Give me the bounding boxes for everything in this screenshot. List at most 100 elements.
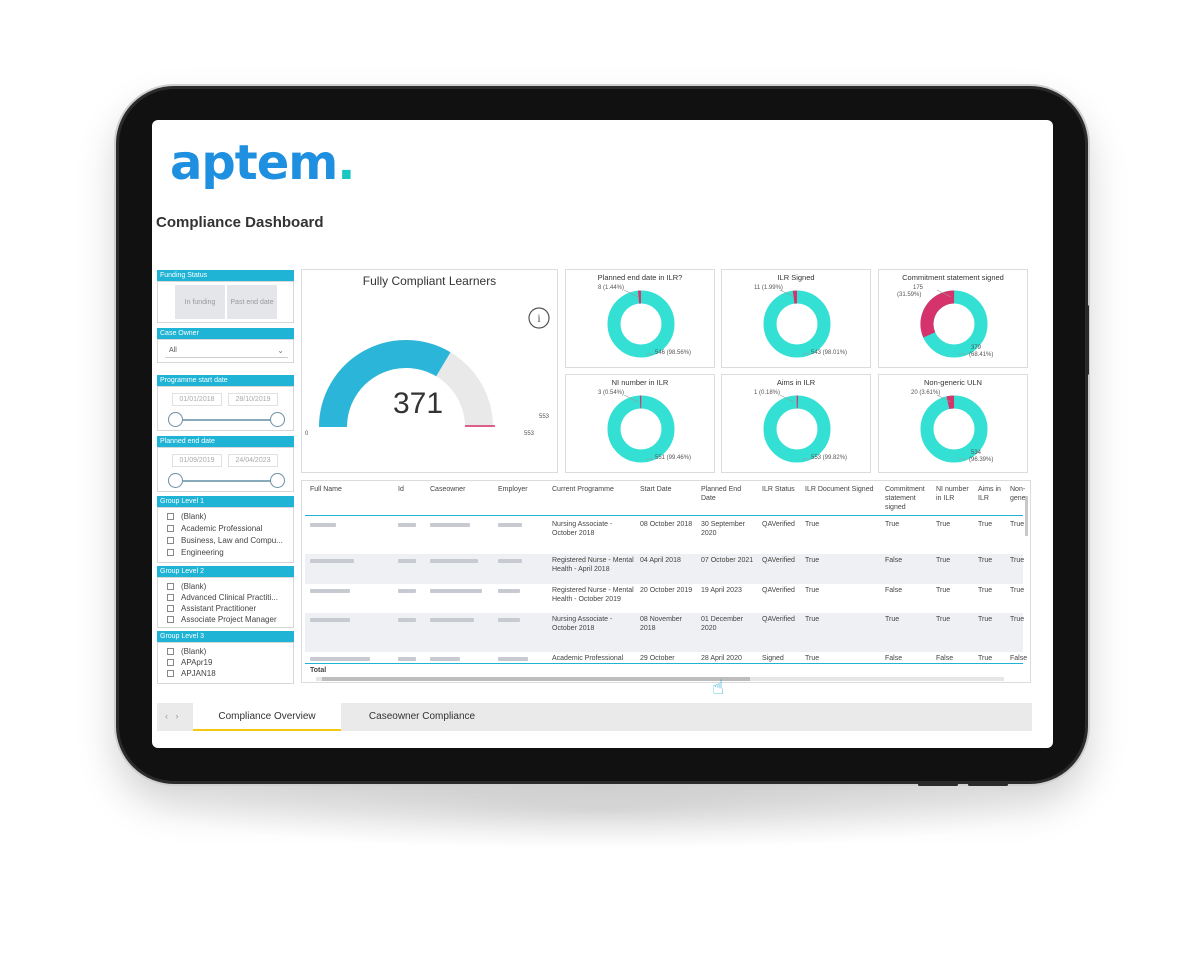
redacted-text [430,657,460,661]
group-1-item[interactable]: Academic Professional [167,524,262,533]
slicer-case-owner: All ⌄ [157,339,294,363]
table-cell-ilr-status: QAVerified [762,557,795,564]
tab-compliance-overview[interactable]: Compliance Overview [193,703,341,731]
donut-major-slice[interactable] [920,395,988,463]
checkbox[interactable] [167,648,174,655]
table-cell-programme: Academic Professional [552,655,624,662]
column-header[interactable]: Id [398,485,404,494]
redacted-text [398,657,416,661]
total-label: Total [310,667,327,674]
column-header[interactable]: Full Name [310,485,342,494]
donut-minor-label: 11 (1.99%) [754,285,783,291]
case-owner-selected: All [169,347,177,354]
checkbox[interactable] [167,605,174,612]
table-row[interactable]: Registered Nurse - Mental Health - Octob… [305,584,1024,613]
funding-tile-past-end-date[interactable]: Past end date [227,285,277,319]
table-row[interactable]: Nursing Associate - October 2018 08 Novem… [305,613,1024,652]
column-header[interactable]: Start Date [640,485,672,494]
chevron-right-icon[interactable]: › [176,711,179,721]
planned-end-slider-track[interactable] [175,480,278,482]
checkbox[interactable] [167,616,174,623]
case-owner-dropdown[interactable]: All ⌄ [165,344,288,358]
checkbox[interactable] [167,537,174,544]
column-header[interactable]: ILR Document Signed [805,485,873,494]
donut-chart [763,394,831,463]
table-row[interactable]: Academic Professional 29 October 28 April … [305,652,1027,663]
checkbox[interactable] [167,525,174,532]
gauge-card: Fully Compliant Learners i 371 0 553 553 [301,269,558,473]
programme-start-to[interactable]: 28/10/2019 [228,393,278,406]
donut-major-slice[interactable] [763,395,831,463]
column-header[interactable]: Aims in ILR [978,485,1006,503]
donut-major-slice[interactable] [607,290,675,358]
donut-major-slice[interactable] [763,290,831,358]
column-header[interactable]: Planned End Date [701,485,751,503]
group-2-item[interactable]: Advanced Clinical Practiti... [167,593,278,602]
table-cell-aims: True [978,655,993,662]
group-2-item[interactable]: Assistant Practitioner [167,604,256,613]
table-cell-ilr-doc: True [805,587,820,594]
table-cell-commitment: False [885,655,903,662]
planned-end-slider-left[interactable] [168,473,183,488]
slicer-group-3: (Blank) APApr19 APJAN18 [157,642,294,684]
table-cell-uln: True [1010,616,1025,623]
group-3-item[interactable]: (Blank) [167,647,206,656]
group-2-item[interactable]: (Blank) [167,582,206,591]
vertical-scrollbar[interactable] [1025,496,1028,536]
group-2-item[interactable]: Associate Project Manager [167,615,277,624]
planned-end-from[interactable]: 01/09/2019 [172,454,222,467]
programme-start-slider-right[interactable] [270,412,285,427]
group-1-item-label: Academic Professional [181,524,263,533]
table-cell-commitment: True [885,521,900,528]
table-cell-end: 28 April 2020 [701,655,742,662]
programme-start-from[interactable]: 01/01/2018 [172,393,222,406]
slicer-group-2-header: Group Level 2 [157,566,294,577]
checkbox[interactable] [167,659,174,666]
funding-tile-in-funding[interactable]: In funding [175,285,225,319]
group-3-item[interactable]: APJAN18 [167,669,216,678]
planned-end-slider-right[interactable] [270,473,285,488]
donut-major-slice[interactable] [607,395,675,463]
donut-card: Aims in ILR 1 (0.18%) 553 (99.82%) [721,374,871,473]
gauge-svg: i [319,307,550,428]
logo-dot: . [337,135,355,191]
table-cell-end: 30 September 2020 [701,521,745,537]
group-1-item[interactable]: (Blank) [167,512,206,521]
checkbox[interactable] [167,583,174,590]
redacted-text [310,523,336,527]
programme-start-slider-left[interactable] [168,412,183,427]
horizontal-scrollbar[interactable] [316,677,1004,681]
column-header[interactable]: Current Programme [552,485,614,494]
table-cell-ilr-status: QAVerified [762,587,795,594]
donut-major-label: 551 (99.46%) [655,455,692,461]
tab-caseowner-compliance[interactable]: Caseowner Compliance [347,703,497,731]
chevron-left-icon[interactable]: ‹ [165,711,168,721]
column-header[interactable]: Employer [498,485,528,494]
column-header[interactable]: ILR Status [762,485,795,494]
checkbox[interactable] [167,670,174,677]
tablet-top-button [918,783,958,786]
checkbox[interactable] [167,594,174,601]
checkbox[interactable] [167,513,174,520]
donut-minor-label: (31.59%) [897,292,922,298]
column-header[interactable]: NI number in ILR [936,485,976,503]
donut-minor-label: 8 (1.44%) [598,285,625,291]
donut-card: Non-generic ULN 20 (3.61%) 534 (96.39%) [878,374,1028,473]
donut-major-label: (96.39%) [969,457,994,463]
slicer-programme-start-header: Programme start date [157,375,294,386]
column-header[interactable]: Caseowner [430,485,465,494]
scrollbar-thumb[interactable] [322,677,750,681]
table-cell-ni: True [936,587,951,594]
checkbox[interactable] [167,549,174,556]
table-cell-start: 08 November 2018 [640,616,683,632]
group-1-item[interactable]: Business, Law and Compu... [167,536,283,545]
group-1-item[interactable]: Engineering [167,548,224,557]
planned-end-to[interactable]: 24/04/2023 [228,454,278,467]
table-row[interactable]: Nursing Associate - October 2018 08 Octob… [305,518,1024,554]
donut-minor-label: 1 (0.18%) [754,390,781,396]
group-3-item[interactable]: APApr19 [167,658,212,667]
programme-start-slider-track[interactable] [175,419,278,421]
donut-card: NI number in ILR 3 (0.54%) 551 (99.46%) [565,374,715,473]
column-header[interactable]: Commitment statement signed [885,485,935,512]
table-row[interactable]: Registered Nurse - Mental Health - April… [305,554,1024,584]
